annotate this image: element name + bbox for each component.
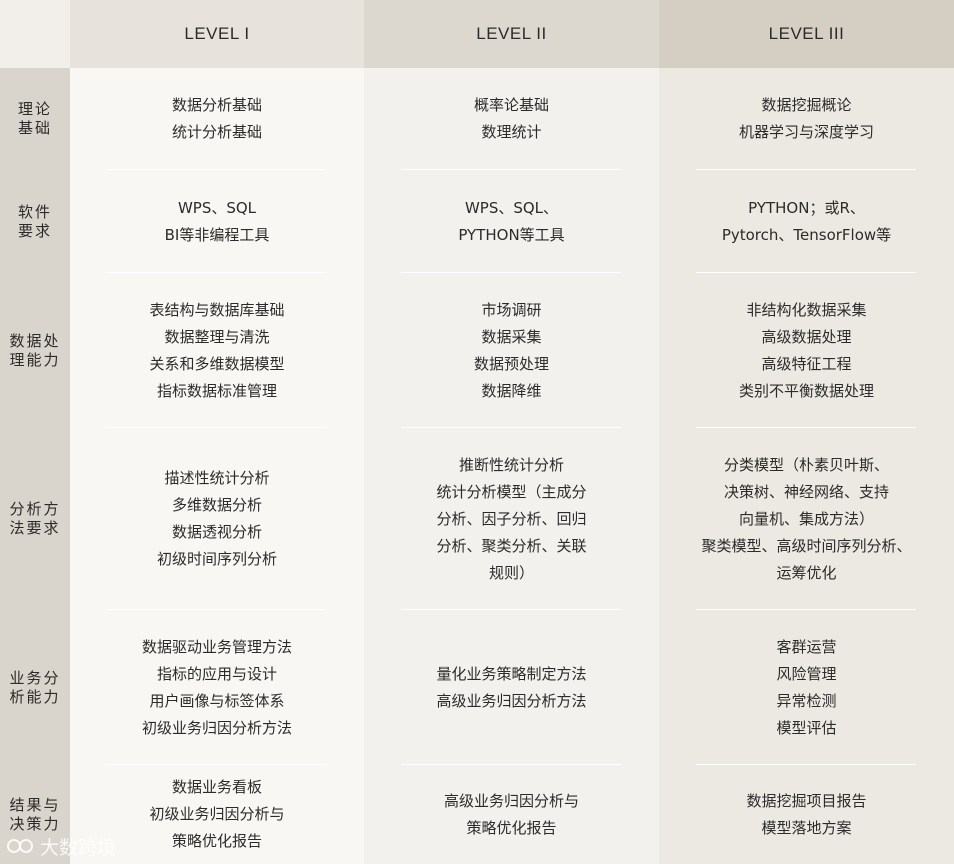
cell-line: 高级业务归因分析方法 — [436, 691, 587, 710]
cell-line: 分析、因子分析、回归 — [436, 509, 587, 528]
cell-line: 分类模型（朴素贝叶斯、 — [723, 455, 889, 474]
cell-line: PYTHON；或R、 — [748, 198, 865, 217]
cell-line: 初级业务归因分析方法 — [141, 718, 292, 737]
header-corner — [0, 0, 70, 68]
cell-line: 分析、聚类分析、关联 — [436, 536, 587, 555]
row-label-line: 决策力 — [9, 814, 61, 833]
watermark: 大数跨境 — [6, 832, 116, 860]
cell-line: 数据驱动业务管理方法 — [141, 637, 292, 656]
table-cell: 数据挖掘项目报告 模型落地方案 — [659, 765, 954, 864]
cell-line: WPS、SQL、 — [464, 198, 559, 217]
table-cell: 数据分析基础 统计分析基础 — [70, 68, 364, 170]
cell-line: 高级特征工程 — [761, 354, 852, 373]
table-cell: PYTHON；或R、 Pytorch、TensorFlow等 — [659, 170, 954, 273]
cell-line: 数据挖掘概论 — [761, 96, 852, 114]
cell-line: 数据整理与清洗 — [164, 327, 270, 346]
row-label: 业务分 析能力 — [0, 610, 70, 765]
table-cell: 描述性统计分析 多维数据分析 数据透视分析 初级时间序列分析 — [70, 428, 364, 610]
cell-line: 推断性统计分析 — [458, 455, 564, 474]
table-cell: 表结构与数据库基础 数据整理与清洗 关系和多维数据模型 指标数据标准管理 — [70, 273, 364, 428]
row-label-line: 软件 — [17, 202, 52, 221]
table-cell: 数据驱动业务管理方法 指标的应用与设计 用户画像与标签体系 初级业务归因分析方法 — [70, 610, 364, 765]
cell-line: 模型评估 — [776, 718, 837, 737]
row-label-line: 数据处 — [9, 331, 61, 350]
table-cell: 高级业务归因分析与 策略优化报告 — [364, 765, 659, 864]
cell-line: 决策树、神经网络、支持 — [723, 482, 889, 501]
cell-line: 策略优化报告 — [171, 832, 262, 850]
logo-icon — [7, 839, 33, 853]
table-cell: WPS、SQL BI等非编程工具 — [70, 170, 364, 273]
cell-line: 市场调研 — [481, 300, 542, 319]
cell-line: 数据降维 — [481, 381, 542, 400]
cell-line: 高级数据处理 — [761, 327, 852, 346]
row-label-line: 要求 — [17, 221, 52, 240]
cell-line: Pytorch、TensorFlow等 — [721, 225, 892, 244]
row-label: 数据处 理能力 — [0, 273, 70, 428]
cell-line: 用户画像与标签体系 — [149, 691, 285, 710]
cell-line: 风险管理 — [776, 664, 837, 683]
table-cell: 市场调研数据采集数据预处理数据降维 — [364, 273, 659, 428]
table-cell: 推断性统计分析统计分析模型（主成分 分析、因子分析、回归 分析、聚类分析、关联 规则） — [364, 428, 659, 610]
cell-line: 数据挖掘项目报告 — [746, 791, 867, 810]
cell-line: 客群运营 — [776, 637, 837, 656]
row-label-line: 基础 — [17, 119, 52, 137]
table-cell: 概率论基础 数理统计 — [364, 68, 659, 170]
table-cell: 量化业务策略制定方法 高级业务归因分析方法 — [364, 610, 659, 765]
cell-line: 类别不平衡数据处理 — [738, 381, 874, 400]
cell-line: 聚类模型、高级时间序列分析、 — [701, 536, 912, 555]
row-label-line: 法要求 — [9, 519, 61, 537]
cell-line: 数据透视分析 — [171, 523, 262, 541]
table-cell: 分类模型（朴素贝叶斯、 决策树、神经网络、支持 向量机、集成方法） 聚类模型、高级时间… — [659, 428, 954, 610]
table-cell: 数据挖掘概论机器学习与深度学习 — [659, 68, 954, 170]
cell-line: 指标的应用与设计 — [156, 664, 277, 683]
cell-line: 模型落地方案 — [761, 818, 852, 837]
row-label-line: 分析方 — [9, 500, 61, 518]
cell-line: 异常检测 — [776, 691, 837, 710]
cell-line: 初级业务归因分析与 — [149, 805, 285, 823]
cell-line: 量化业务策略制定方法 — [436, 664, 587, 683]
cell-line: WPS、SQL — [177, 198, 257, 217]
row-label-line: 理论 — [17, 100, 52, 118]
cell-line: 数据采集 — [481, 327, 542, 346]
row-label-line: 业务分 — [9, 668, 61, 687]
cell-line: 初级时间序列分析 — [156, 550, 277, 568]
row-label: 分析方 法要求 — [0, 428, 70, 610]
watermark-text: 大数跨境 — [40, 836, 117, 859]
row-label: 软件 要求 — [0, 170, 70, 273]
cell-line: 指标数据标准管理 — [156, 381, 277, 400]
cell-line: 概率论基础 — [473, 96, 549, 114]
cell-line: 多维数据分析 — [171, 496, 262, 514]
cell-line: 数据业务看板 — [171, 778, 262, 796]
cell-line: 表结构与数据库基础 — [149, 300, 285, 319]
cell-line: 高级业务归因分析与 — [443, 791, 579, 810]
cell-line: 运筹优化 — [776, 563, 837, 582]
cell-line: 数据预处理 — [473, 354, 549, 373]
cell-line: 向量机、集成方法） — [738, 509, 874, 528]
table-cell: 客群运营风险管理异常检测模型评估 — [659, 610, 954, 765]
cell-line: 数理统计 — [481, 123, 542, 141]
cell-line: 机器学习与深度学习 — [738, 123, 874, 141]
cell-line: 策略优化报告 — [466, 818, 557, 837]
row-label-line: 理能力 — [9, 350, 61, 369]
row-label-line: 结果与 — [9, 795, 61, 814]
cell-line: 数据分析基础 — [171, 96, 262, 114]
header-level-3: LEVEL III — [659, 0, 954, 68]
cell-line: 统计分析模型（主成分 — [436, 482, 587, 501]
row-label-line: 析能力 — [9, 687, 61, 706]
header-level-1: LEVEL I — [70, 0, 364, 68]
cell-line: PYTHON等工具 — [458, 225, 565, 244]
header-level-2: LEVEL II — [364, 0, 659, 68]
cell-line: BI等非编程工具 — [164, 225, 270, 244]
table-cell: WPS、SQL、 PYTHON等工具 — [364, 170, 659, 273]
cell-line: 非结构化数据采集 — [746, 300, 867, 319]
row-label: 理论 基础 — [0, 68, 70, 170]
cell-line: 关系和多维数据模型 — [149, 354, 285, 373]
table-cell: 非结构化数据采集 高级数据处理 高级特征工程类别不平衡数据处理 — [659, 273, 954, 428]
cell-line: 描述性统计分析 — [164, 469, 270, 487]
level-table: LEVEL I LEVEL II LEVEL III 理论 基础 数据分析基础 统计分… — [0, 0, 954, 864]
cell-line: 统计分析基础 — [171, 123, 262, 141]
cell-line: 规则） — [488, 563, 534, 582]
